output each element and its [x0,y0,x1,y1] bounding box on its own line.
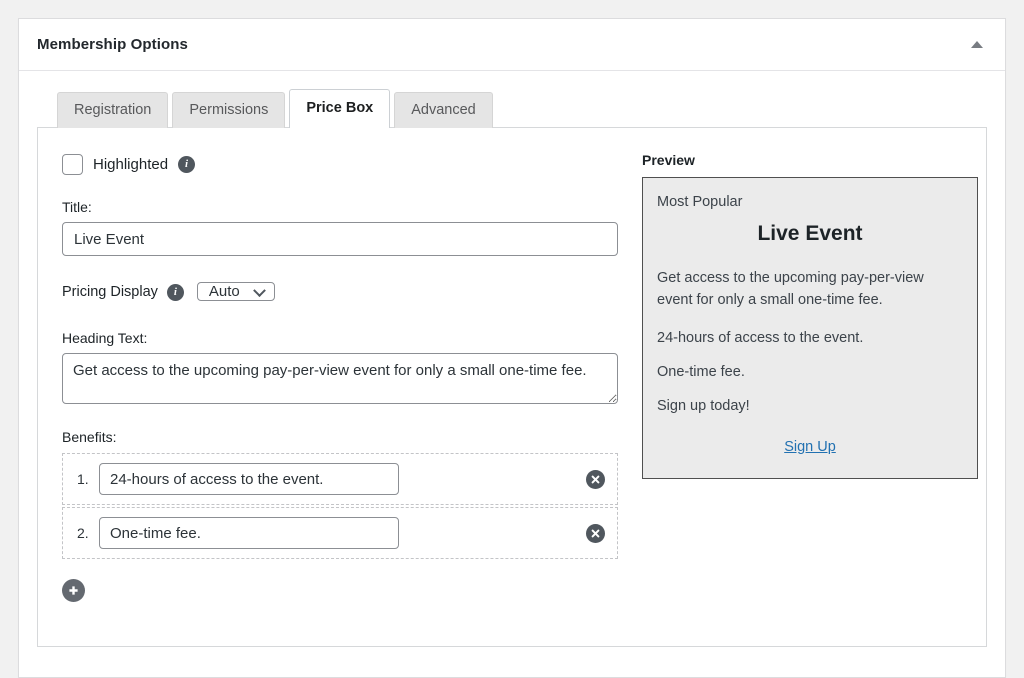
add-circle-icon[interactable] [62,579,85,602]
caret-up-icon [971,41,983,48]
price-box-cta-wrap: Sign Up [657,438,963,456]
remove-circle-icon[interactable] [586,470,605,489]
tab-permissions[interactable]: Permissions [172,92,285,128]
benefit-row: 1. [62,453,618,505]
tab-advanced[interactable]: Advanced [394,92,493,128]
tab-registration[interactable]: Registration [57,92,168,128]
sign-up-link[interactable]: Sign Up [784,439,836,455]
metabox-header: Membership Options [19,19,1005,71]
benefit-row: 2. [62,507,618,559]
highlighted-label: Highlighted [93,156,168,173]
tab-price-box[interactable]: Price Box [289,89,390,128]
highlighted-field: Highlighted i [62,154,618,175]
pricing-display-field: Pricing Display i Auto [62,276,618,308]
title-field: Title: [62,199,618,256]
price-box-tab-panel: Highlighted i Title: Pricing Display i A… [37,127,987,647]
pricing-display-select[interactable]: Auto [197,282,275,301]
title-label: Title: [62,199,618,215]
benefit-input[interactable] [99,517,399,549]
heading-text-field: Heading Text: Get access to the upcoming… [62,330,618,409]
highlighted-checkbox[interactable] [62,154,83,175]
metabox-body: Registration Permissions Price Box Advan… [19,71,1005,647]
price-box-preview: Most Popular Live Event Get access to th… [642,177,978,479]
pricing-display-label: Pricing Display [62,284,158,300]
pricing-display-select-wrap: Auto [197,276,275,308]
price-box-benefit: 24-hours of access to the event. [657,330,963,346]
membership-options-metabox: Membership Options Registration Permissi… [18,18,1006,678]
price-box-description: Get access to the upcoming pay-per-view … [657,268,963,312]
benefits-label: Benefits: [62,429,618,445]
info-icon[interactable]: i [167,284,184,301]
remove-circle-icon[interactable] [586,524,605,543]
benefits-field: Benefits: 1. 2. [62,429,618,602]
price-box-closing-text: Sign up today! [657,398,963,414]
tab-strip: Registration Permissions Price Box Advan… [37,89,987,128]
benefit-number: 1. [77,471,99,487]
heading-text-textarea[interactable]: Get access to the upcoming pay-per-view … [62,353,618,404]
benefit-number: 2. [77,525,99,541]
preview-column: Preview Most Popular Live Event Get acce… [642,150,978,622]
price-box-form: Highlighted i Title: Pricing Display i A… [62,150,618,622]
info-icon[interactable]: i [178,156,195,173]
benefit-input[interactable] [99,463,399,495]
collapse-toggle-button[interactable] [963,31,991,59]
heading-text-label: Heading Text: [62,330,618,346]
price-box-heading: Live Event [657,222,963,246]
price-box-benefit: One-time fee. [657,364,963,380]
preview-label: Preview [642,152,978,168]
page-title: Membership Options [37,36,188,53]
title-input[interactable] [62,222,618,256]
price-box-tag: Most Popular [657,194,963,210]
